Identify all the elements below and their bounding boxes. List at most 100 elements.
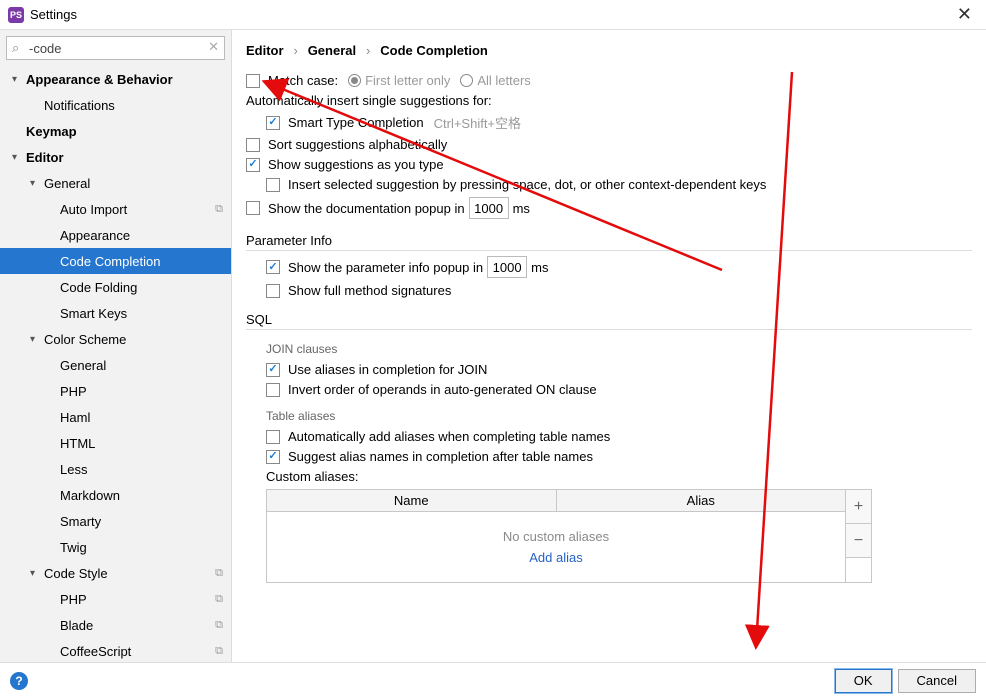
tree-item-less[interactable]: Less: [0, 456, 231, 482]
tree-item-label: Notifications: [44, 98, 115, 113]
tree-item-label: Code Style: [44, 566, 108, 581]
param-delay-input[interactable]: [487, 256, 527, 278]
tree-item-php[interactable]: PHP: [0, 378, 231, 404]
match-case-label: Match case:: [268, 73, 338, 88]
match-case-checkbox[interactable]: [246, 74, 260, 88]
chevron-down-icon: ▾: [30, 568, 44, 579]
scheme-icon: ⧉: [215, 567, 223, 580]
no-custom-label: No custom aliases: [503, 529, 609, 544]
tree-item-keymap[interactable]: Keymap: [0, 118, 231, 144]
subhead-table-alias: Table aliases: [266, 409, 972, 423]
insert-space-checkbox[interactable]: [266, 178, 280, 192]
scheme-icon: ⧉: [215, 203, 223, 216]
section-sql: SQL: [246, 312, 972, 330]
ms-label-2: ms: [531, 260, 548, 275]
ok-button[interactable]: OK: [835, 669, 892, 693]
tree-item-label: Twig: [60, 540, 87, 555]
auto-add-alias-label: Automatically add aliases when completin…: [288, 429, 610, 444]
show-doc-label: Show the documentation popup in: [268, 201, 465, 216]
tree-item-blade[interactable]: Blade⧉: [0, 612, 231, 638]
breadcrumb-a[interactable]: Editor: [246, 43, 284, 58]
add-row-button[interactable]: +: [846, 490, 871, 524]
tree-item-haml[interactable]: Haml: [0, 404, 231, 430]
tree-item-label: Appearance: [60, 228, 130, 243]
clear-search-icon[interactable]: ✕: [208, 39, 219, 55]
breadcrumb: Editor › General › Code Completion: [232, 30, 986, 68]
invert-order-label: Invert order of operands in auto-generat…: [288, 382, 597, 397]
subhead-join: JOIN clauses: [266, 342, 972, 356]
help-icon[interactable]: ?: [10, 672, 28, 690]
chevron-right-icon: ›: [293, 43, 297, 58]
settings-tree: ▾Appearance & BehaviorNotificationsKeyma…: [0, 66, 231, 662]
chevron-down-icon: ▾: [12, 152, 26, 163]
ms-label: ms: [513, 201, 530, 216]
smart-type-label: Smart Type Completion: [288, 115, 424, 130]
tree-item-label: HTML: [60, 436, 95, 451]
tree-item-general[interactable]: General: [0, 352, 231, 378]
tree-item-coffeescript[interactable]: CoffeeScript⧉: [0, 638, 231, 662]
insert-space-label: Insert selected suggestion by pressing s…: [288, 177, 766, 192]
tree-item-auto-import[interactable]: Auto Import⧉: [0, 196, 231, 222]
show-doc-checkbox[interactable]: [246, 201, 260, 215]
tree-item-general[interactable]: ▾General: [0, 170, 231, 196]
content-scroll[interactable]: Match case: First letter only All letter…: [232, 68, 986, 660]
tree-item-editor[interactable]: ▾Editor: [0, 144, 231, 170]
titlebar: PS Settings ✕: [0, 0, 986, 30]
tree-item-label: PHP: [60, 592, 87, 607]
window-title: Settings: [30, 7, 77, 22]
col-alias: Alias: [557, 490, 846, 511]
tree-item-code-folding[interactable]: Code Folding: [0, 274, 231, 300]
alias-join-checkbox[interactable]: [266, 363, 280, 377]
tree-item-code-style[interactable]: ▾Code Style ⧉: [0, 560, 231, 586]
search-input[interactable]: [6, 36, 225, 60]
scheme-icon: ⧉: [215, 593, 223, 606]
sidebar: ⌕ ✕ ▾Appearance & BehaviorNotificationsK…: [0, 30, 232, 662]
tree-item-notifications[interactable]: Notifications: [0, 92, 231, 118]
remove-row-button[interactable]: −: [846, 524, 871, 558]
tree-item-php[interactable]: PHP ⧉: [0, 586, 231, 612]
footer: ? OK Cancel: [0, 662, 986, 698]
custom-alias-label: Custom aliases:: [266, 469, 358, 484]
breadcrumb-b[interactable]: General: [308, 43, 356, 58]
tree-item-appearance-behavior[interactable]: ▾Appearance & Behavior: [0, 66, 231, 92]
tree-item-label: Markdown: [60, 488, 120, 503]
tree-item-label: Code Folding: [60, 280, 137, 295]
invert-order-checkbox[interactable]: [266, 383, 280, 397]
search-icon: ⌕: [12, 40, 19, 56]
scheme-icon: ⧉: [215, 619, 223, 632]
show-type-checkbox[interactable]: [246, 158, 260, 172]
param-popup-checkbox[interactable]: [266, 260, 280, 274]
tree-item-smart-keys[interactable]: Smart Keys: [0, 300, 231, 326]
main-panel: Editor › General › Code Completion Match…: [232, 30, 986, 662]
cancel-button[interactable]: Cancel: [898, 669, 976, 693]
suggest-alias-label: Suggest alias names in completion after …: [288, 449, 593, 464]
tree-item-twig[interactable]: Twig: [0, 534, 231, 560]
close-icon[interactable]: ✕: [951, 4, 978, 25]
tree-item-label: General: [44, 176, 90, 191]
section-parameter-info: Parameter Info: [246, 233, 972, 251]
sort-alpha-checkbox[interactable]: [246, 138, 260, 152]
tree-item-label: Smarty: [60, 514, 101, 529]
auto-insert-label: Automatically insert single suggestions …: [246, 93, 492, 108]
tree-item-html[interactable]: HTML: [0, 430, 231, 456]
col-name: Name: [267, 490, 557, 511]
add-alias-link[interactable]: Add alias: [529, 550, 582, 565]
smart-type-checkbox[interactable]: [266, 116, 280, 130]
auto-add-alias-checkbox[interactable]: [266, 430, 280, 444]
first-letter-label: First letter only: [365, 73, 450, 88]
tree-item-color-scheme[interactable]: ▾Color Scheme: [0, 326, 231, 352]
doc-delay-input[interactable]: [469, 197, 509, 219]
tree-item-label: CoffeeScript: [60, 644, 131, 659]
tree-item-appearance[interactable]: Appearance: [0, 222, 231, 248]
chevron-down-icon: ▾: [12, 74, 26, 85]
full-sig-checkbox[interactable]: [266, 284, 280, 298]
tree-item-code-completion[interactable]: Code Completion: [0, 248, 231, 274]
tree-item-smarty[interactable]: Smarty: [0, 508, 231, 534]
tree-item-markdown[interactable]: Markdown: [0, 482, 231, 508]
tree-item-label: Keymap: [26, 124, 77, 139]
chevron-down-icon: ▾: [30, 334, 44, 345]
tree-item-label: Appearance & Behavior: [26, 72, 173, 87]
tree-item-label: Smart Keys: [60, 306, 127, 321]
suggest-alias-checkbox[interactable]: [266, 450, 280, 464]
tree-item-label: General: [60, 358, 106, 373]
